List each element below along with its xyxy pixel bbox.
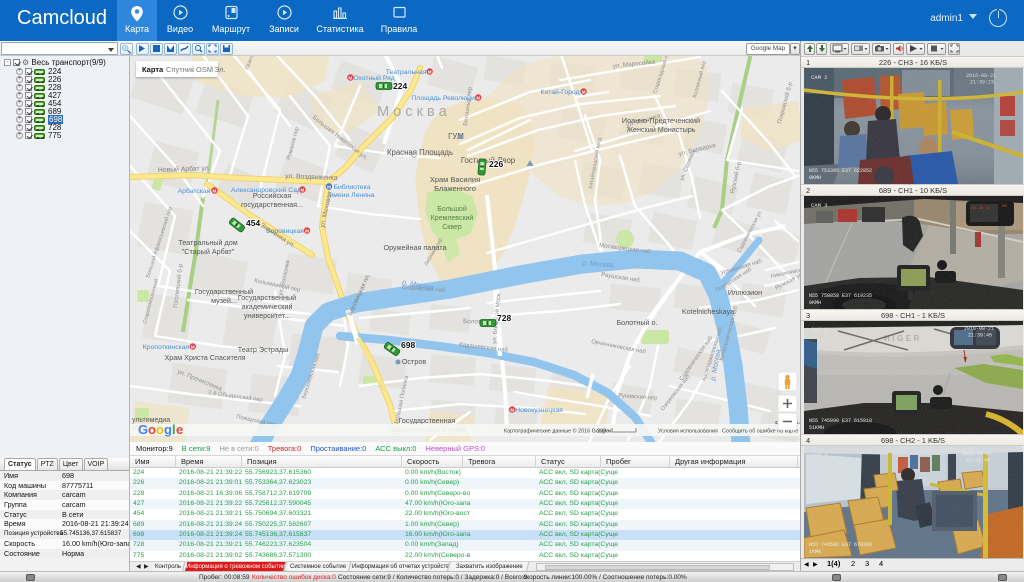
svg-text:Театральная: Театральная [386,69,427,76]
svg-text:G: G [138,422,148,437]
svg-text:Остров: Остров [402,357,426,366]
svg-text:Арбатская: Арбатская [178,187,211,195]
svg-text:Государственный: Государственный [238,293,296,302]
svg-text:Эл.: Эл. [214,65,226,74]
svg-text:М о с к в а: М о с к в а [377,104,448,120]
svg-text:224: 224 [393,81,407,91]
svg-text:e: e [176,422,183,437]
svg-text:728: 728 [497,313,511,323]
svg-text:Сквер: Сквер [442,224,462,231]
svg-text:Китай-Город: Китай-Город [540,88,579,96]
svg-text:Карта: Карта [142,65,164,74]
svg-text:Боровицкая: Боровицкая [266,228,304,235]
svg-text:университет...: университет... [244,311,290,320]
svg-text:Кропоткинская: Кропоткинская [143,344,190,351]
svg-text:"Старый Арбат": "Старый Арбат" [182,247,235,256]
svg-text:Болотный о.: Болотный о. [616,318,657,327]
svg-text:Государственная: Государственная [399,416,456,425]
svg-text:Картографические данные © 2016: Картографические данные © 2016 Google [504,428,609,435]
svg-text:Библиотека: Библиотека [334,183,371,191]
svg-text:Кремлевский: Кремлевский [431,214,474,222]
svg-text:226: 226 [489,159,503,169]
svg-text:государственная...: государственная... [241,200,303,209]
svg-text:200 м: 200 м [597,429,611,435]
svg-text:Площадь Революции: Площадь Революции [411,95,478,102]
svg-text:Kotelnicheskaya: Kotelnicheskaya [682,307,734,316]
svg-text:698: 698 [401,340,415,350]
svg-text:академический: академический [242,302,293,311]
svg-text:музей...: музей... [211,296,237,305]
svg-text:M: M [327,185,331,190]
svg-text:Оружейная палата: Оружейная палата [384,243,447,252]
svg-text:Храм Христа Спасителя: Храм Христа Спасителя [164,353,245,362]
svg-text:имени Ленина: имени Ленина [329,192,374,199]
svg-text:o: o [156,422,164,437]
svg-text:454: 454 [246,218,260,228]
svg-text:Спутник: Спутник [166,65,195,74]
svg-text:Александровский Сад: Александровский Сад [231,186,301,194]
svg-text:g: g [164,422,172,437]
svg-text:Иоанно-Предтеченский: Иоанно-Предтеченский [622,116,700,125]
svg-text:Условия использования: Условия использования [658,429,718,435]
svg-text:Театр Эстрады: Театр Эстрады [238,345,289,354]
svg-text:Красная Площадь: Красная Площадь [387,148,453,157]
svg-text:Блаженного: Блаженного [434,184,476,193]
svg-text:|: | [192,66,194,73]
svg-text:Новокузнецкая: Новокузнецкая [515,407,563,414]
svg-text:Большой: Большой [437,205,467,213]
svg-text:Храм Василия: Храм Василия [430,175,480,184]
svg-text:Женский Монастырь: Женский Монастырь [626,125,695,134]
svg-text:Театральный дом: Театральный дом [178,238,237,247]
svg-text:OSM: OSM [196,65,213,74]
svg-text:o: o [148,422,156,437]
svg-text:Иллюзион: Иллюзион [728,288,762,297]
